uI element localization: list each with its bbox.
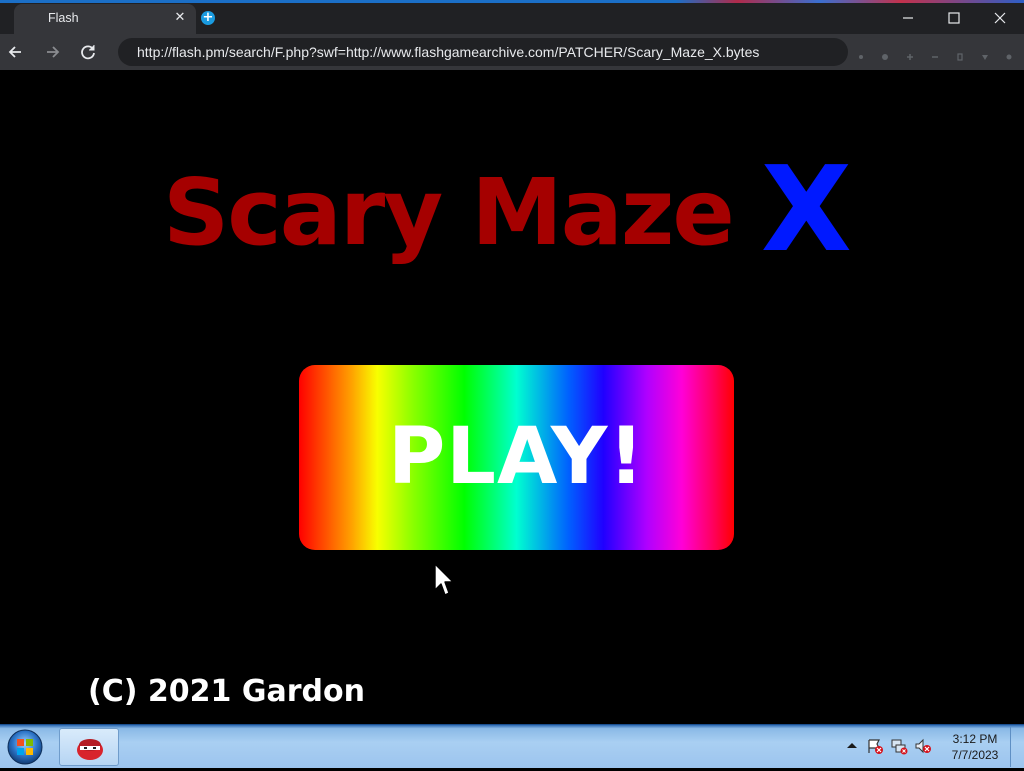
- extension-icon[interactable]: [856, 47, 866, 59]
- new-tab-icon[interactable]: +: [201, 11, 215, 25]
- back-icon[interactable]: [5, 41, 27, 63]
- address-bar[interactable]: http://flash.pm/search/F.php?swf=http://…: [118, 38, 848, 66]
- mouse-cursor-icon: [434, 563, 456, 597]
- extension-icon[interactable]: [880, 47, 890, 60]
- maximize-icon[interactable]: [944, 8, 964, 28]
- action-center-icon[interactable]: [866, 737, 884, 755]
- extension-icon[interactable]: [980, 47, 990, 60]
- network-icon[interactable]: [890, 737, 908, 755]
- taskbar-app-flash[interactable]: [59, 728, 119, 766]
- show-hidden-icons-icon[interactable]: [843, 737, 861, 755]
- game-title-main: Scary Maze: [163, 159, 735, 266]
- game-title: Scary Maze X: [163, 144, 852, 268]
- flash-player-icon: [77, 739, 103, 760]
- menu-icon[interactable]: [1004, 47, 1014, 60]
- game-title-x: X: [760, 140, 852, 278]
- tab-title: Flash: [48, 11, 79, 25]
- reload-icon[interactable]: [77, 41, 99, 63]
- browser-tab[interactable]: Flash ✕: [14, 4, 196, 34]
- extension-icon[interactable]: [905, 47, 915, 60]
- close-window-icon[interactable]: [990, 8, 1010, 28]
- taskbar: 3:12 PM 7/7/2023: [0, 724, 1024, 768]
- show-desktop-button[interactable]: [1010, 727, 1024, 767]
- tab-close-icon[interactable]: ✕: [172, 10, 188, 26]
- browser-tab-strip: Flash ✕ +: [0, 0, 1024, 34]
- browser-toolbar: http://flash.pm/search/F.php?swf=http://…: [0, 34, 1024, 70]
- clock-time: 3:12 PM: [952, 732, 998, 746]
- game-canvas[interactable]: Scary Maze X PLAY! (C) 2021 Gardon: [0, 70, 1024, 724]
- forward-icon[interactable]: [41, 41, 63, 63]
- copyright-text: (C) 2021 Gardon: [88, 674, 365, 709]
- start-button[interactable]: [4, 727, 46, 767]
- volume-muted-icon[interactable]: [914, 737, 932, 755]
- extension-icon[interactable]: [930, 47, 940, 58]
- desktop-edge: [0, 0, 1024, 3]
- minimize-icon[interactable]: [898, 8, 918, 28]
- clock-date: 7/7/2023: [951, 748, 999, 762]
- extension-icon[interactable]: [955, 47, 965, 61]
- play-button-label: PLAY!: [388, 412, 645, 502]
- play-button[interactable]: PLAY!: [299, 365, 734, 550]
- address-url: http://flash.pm/search/F.php?swf=http://…: [137, 44, 760, 60]
- taskbar-clock[interactable]: 3:12 PM 7/7/2023: [940, 731, 1010, 763]
